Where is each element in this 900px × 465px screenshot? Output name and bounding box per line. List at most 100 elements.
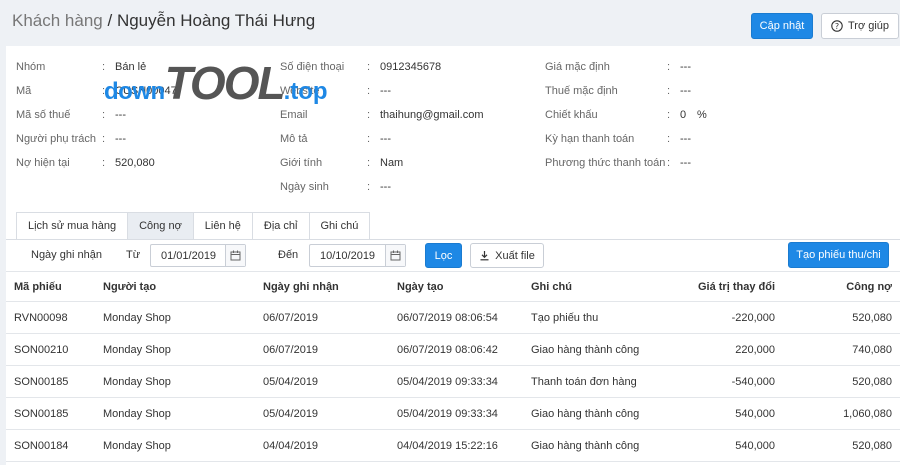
cell-debt: 520,080 bbox=[783, 365, 900, 398]
info-label-code: Mã bbox=[16, 85, 32, 97]
info-value-default-price: --- bbox=[680, 61, 691, 73]
table-row[interactable]: SON00185 Monday Shop 05/04/2019 05/04/20… bbox=[6, 365, 900, 398]
update-button-label: Cập nhật bbox=[759, 20, 805, 32]
tab-purchase-history[interactable]: Lịch sử mua hàng bbox=[16, 212, 129, 239]
tab-label: Địa chỉ bbox=[263, 220, 298, 232]
tabs-divider bbox=[6, 239, 900, 240]
column-header[interactable]: Ghi chú bbox=[523, 271, 666, 302]
cell-record-date: 06/07/2019 bbox=[255, 333, 389, 366]
column-header[interactable]: Giá trị thay đổi bbox=[666, 271, 783, 302]
info-value-default-tax: --- bbox=[680, 85, 691, 97]
tab-label: Ghi chú bbox=[320, 220, 359, 232]
info-value-discount: 0 bbox=[680, 109, 687, 121]
cell-created-at: 05/04/2019 09:33:34 bbox=[389, 365, 523, 398]
export-file-button-label: Xuất file bbox=[495, 249, 535, 262]
tab-addresses[interactable]: Địa chỉ bbox=[251, 212, 310, 239]
info-value-current-debt: 520,080 bbox=[115, 157, 155, 169]
tab-debt[interactable]: Công nợ bbox=[127, 212, 194, 239]
info-colon: : bbox=[667, 157, 671, 169]
info-colon: : bbox=[102, 109, 106, 121]
info-label-payment-method: Phương thức thanh toán bbox=[545, 157, 666, 169]
cell-debt: 520,080 bbox=[783, 429, 900, 462]
info-value-gender: Nam bbox=[380, 157, 404, 169]
to-date-value: 10/10/2019 bbox=[320, 249, 376, 262]
create-voucher-button[interactable]: Tạo phiếu thu/chi bbox=[788, 242, 889, 268]
svg-text:?: ? bbox=[835, 22, 839, 31]
cell-record-date: 06/07/2019 bbox=[255, 301, 389, 334]
info-label-phone: Số điện thoại bbox=[280, 61, 345, 73]
info-value-phone: 0912345678 bbox=[380, 61, 442, 73]
calendar-icon[interactable] bbox=[225, 245, 245, 266]
help-button[interactable]: ? Trợ giúp bbox=[821, 13, 899, 39]
cell-note: Tạo phiếu thu bbox=[523, 301, 666, 334]
cell-change-value: 540,000 bbox=[666, 429, 783, 462]
info-value-birthday: --- bbox=[380, 181, 391, 193]
table-row[interactable]: SON00185 Monday Shop 05/04/2019 05/04/20… bbox=[6, 397, 900, 430]
column-header[interactable]: Người tạo bbox=[95, 271, 255, 302]
customer-name: Nguyễn Hoàng Thái Hưng bbox=[116, 11, 316, 30]
column-header[interactable]: Ngày ghi nhận bbox=[255, 271, 389, 302]
info-colon: : bbox=[667, 109, 671, 121]
cell-creator: Monday Shop bbox=[95, 301, 255, 334]
cell-change-value: 540,000 bbox=[666, 397, 783, 430]
cell-voucher-code: SON00185 bbox=[6, 397, 95, 430]
info-value-description: --- bbox=[380, 133, 391, 145]
cell-change-value: -540,000 bbox=[666, 365, 783, 398]
column-header[interactable]: Công nợ bbox=[783, 271, 900, 302]
info-label-website: Website bbox=[280, 85, 320, 97]
info-colon: : bbox=[367, 109, 371, 121]
filter-button[interactable]: Lọc bbox=[425, 243, 462, 268]
from-label: Từ bbox=[126, 249, 141, 261]
breadcrumb-separator: / bbox=[107, 11, 113, 30]
debt-history-table: Mã phiếu Người tạo Ngày ghi nhận Ngày tạ… bbox=[6, 271, 900, 462]
from-date-input[interactable]: 01/01/2019 bbox=[150, 244, 246, 267]
info-value-payment-term: --- bbox=[680, 133, 691, 145]
info-label-assignee: Người phụ trách bbox=[16, 133, 97, 145]
info-colon: : bbox=[367, 157, 371, 169]
cell-change-value: 220,000 bbox=[666, 333, 783, 366]
info-colon: : bbox=[367, 61, 371, 73]
tab-notes[interactable]: Ghi chú bbox=[308, 212, 371, 239]
table-row[interactable]: RVN00098 Monday Shop 06/07/2019 06/07/20… bbox=[6, 301, 900, 334]
cell-debt: 1,060,080 bbox=[783, 397, 900, 430]
column-header[interactable]: Mã phiếu bbox=[6, 271, 95, 302]
cell-note: Giao hàng thành công bbox=[523, 333, 666, 366]
download-icon bbox=[479, 250, 490, 261]
cell-created-at: 04/04/2019 15:22:16 bbox=[389, 429, 523, 462]
cell-created-at: 05/04/2019 09:33:34 bbox=[389, 397, 523, 430]
column-header[interactable]: Ngày tạo bbox=[389, 271, 523, 302]
watermark-part-tool: TOOL bbox=[164, 57, 286, 109]
info-label-payment-term: Kỳ hạn thanh toán bbox=[545, 133, 635, 145]
filter-button-label: Lọc bbox=[434, 249, 453, 262]
breadcrumb-customers[interactable]: Khách hàng bbox=[12, 11, 103, 30]
info-colon: : bbox=[367, 133, 371, 145]
tab-contacts[interactable]: Liên hệ bbox=[192, 212, 253, 239]
question-circle-icon: ? bbox=[831, 20, 843, 32]
to-date-input[interactable]: 10/10/2019 bbox=[309, 244, 406, 267]
cell-creator: Monday Shop bbox=[95, 365, 255, 398]
info-colon: : bbox=[102, 85, 106, 97]
to-label: Đến bbox=[278, 249, 299, 261]
export-file-button[interactable]: Xuất file bbox=[470, 243, 544, 268]
detail-tabs: Lịch sử mua hàng Công nợ Liên hệ Địa chỉ… bbox=[16, 212, 371, 239]
info-label-discount: Chiết khấu bbox=[545, 109, 598, 121]
cell-record-date: 04/04/2019 bbox=[255, 429, 389, 462]
info-label-group: Nhóm bbox=[16, 61, 46, 73]
info-value-assignee: --- bbox=[115, 133, 126, 145]
cell-record-date: 05/04/2019 bbox=[255, 365, 389, 398]
cell-debt: 520,080 bbox=[783, 301, 900, 334]
calendar-icon[interactable] bbox=[385, 245, 405, 266]
table-row[interactable]: SON00210 Monday Shop 06/07/2019 06/07/20… bbox=[6, 333, 900, 366]
info-label-tax-code: Mã số thuế bbox=[16, 109, 71, 121]
tab-label: Lịch sử mua hàng bbox=[28, 220, 117, 232]
info-value-website: --- bbox=[380, 85, 391, 97]
create-voucher-button-label: Tạo phiếu thu/chi bbox=[796, 249, 881, 261]
page-title: Khách hàng / Nguyễn Hoàng Thái Hưng bbox=[12, 11, 315, 31]
table-row[interactable]: SON00184 Monday Shop 04/04/2019 04/04/20… bbox=[6, 429, 900, 462]
info-label-birthday: Ngày sinh bbox=[280, 181, 329, 193]
update-button[interactable]: Cập nhật bbox=[751, 13, 813, 39]
info-value-code: CUSN00047 bbox=[115, 85, 177, 97]
customer-detail-card: Nhóm : Bán lẻ Mã : CUSN00047 Mã số thuế … bbox=[6, 46, 900, 465]
info-colon: : bbox=[102, 133, 106, 145]
cell-creator: Monday Shop bbox=[95, 429, 255, 462]
